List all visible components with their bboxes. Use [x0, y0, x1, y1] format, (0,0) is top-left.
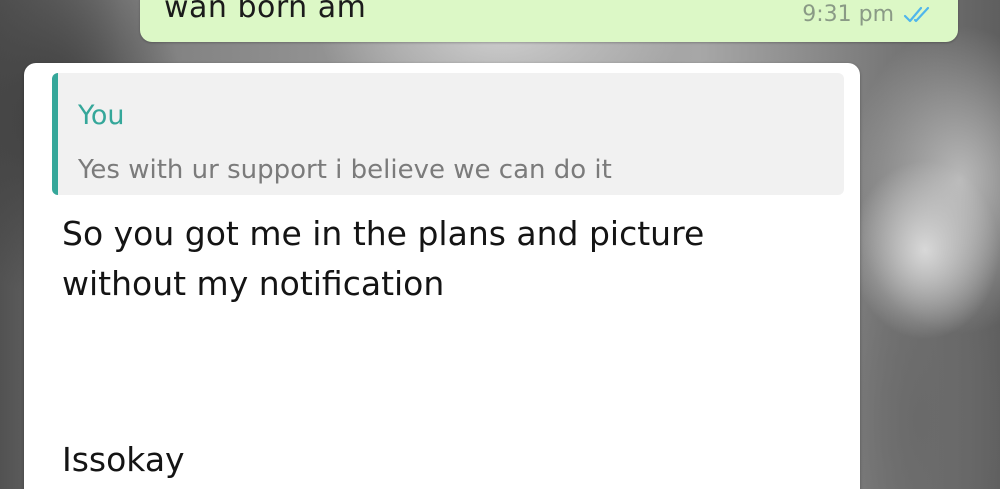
- message-timestamp: 9:31 pm: [802, 2, 894, 27]
- quoted-text: Yes with ur support i believe we can do …: [78, 155, 612, 185]
- quoted-reply[interactable]: You Yes with ur support i believe we can…: [52, 73, 844, 195]
- message-meta: 9:31 pm: [802, 2, 936, 27]
- double-check-icon: [902, 5, 936, 25]
- incoming-message-bubble[interactable]: You Yes with ur support i believe we can…: [24, 63, 860, 489]
- quoted-author: You: [78, 100, 125, 131]
- outgoing-message-text: wan born am: [164, 0, 367, 25]
- outgoing-message-bubble[interactable]: wan born am 9:31 pm: [140, 0, 958, 42]
- incoming-message-text-continued: Issokay: [62, 440, 185, 479]
- quote-accent-bar: [52, 73, 58, 195]
- incoming-message-text: So you got me in the plans and picture w…: [62, 214, 705, 303]
